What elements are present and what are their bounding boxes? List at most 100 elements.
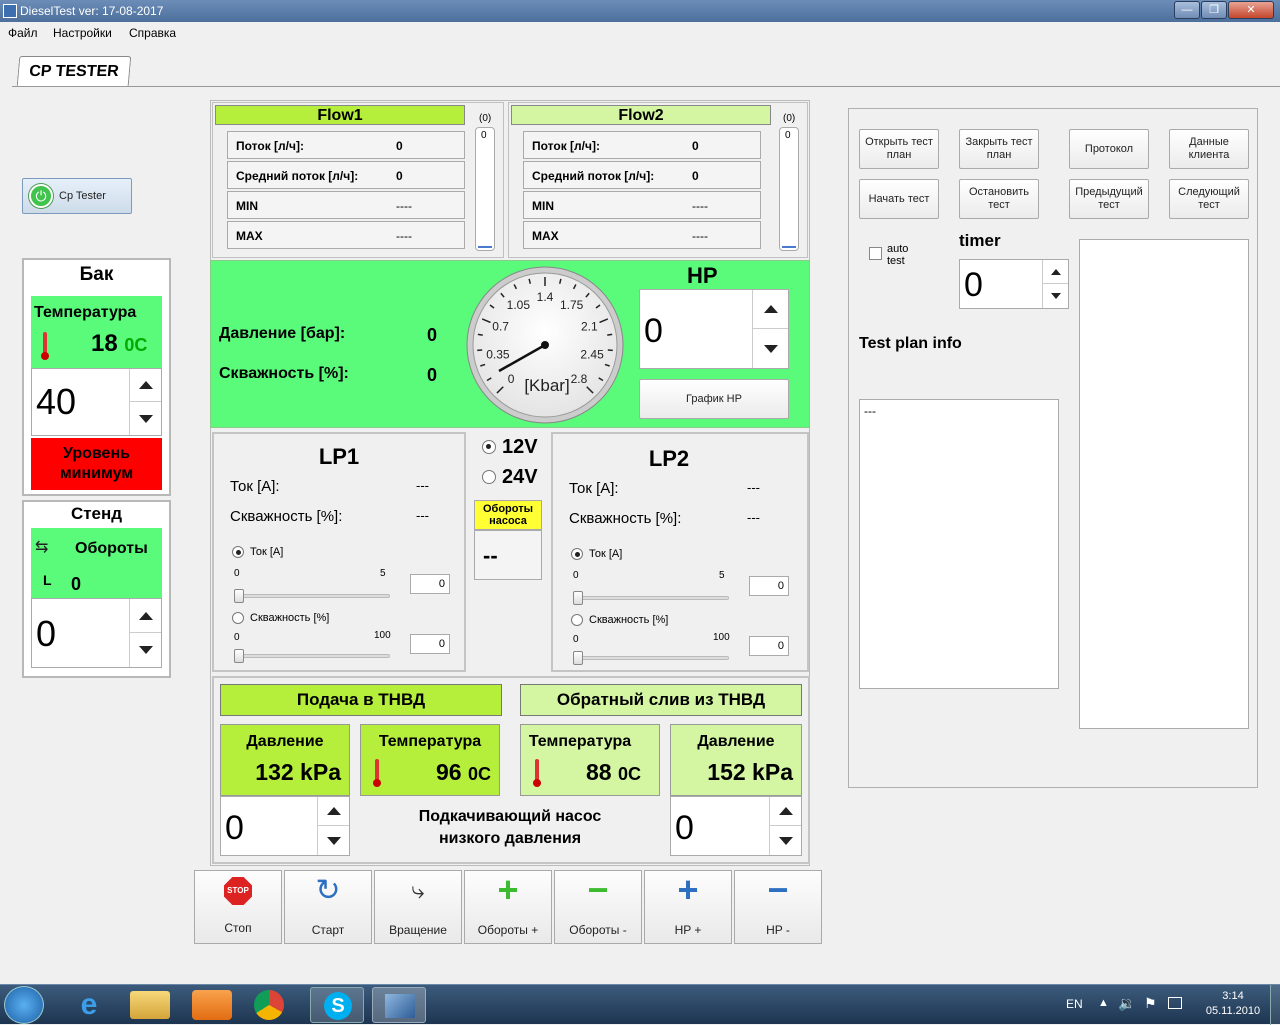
supply-temp-unit: 0C bbox=[468, 764, 491, 784]
voltage-24v-radio[interactable] bbox=[482, 470, 496, 484]
hp-plus-button[interactable]: + HP + bbox=[644, 870, 732, 944]
tab-cp-tester[interactable]: CP TESTER bbox=[17, 56, 132, 86]
menu-settings[interactable]: Настройки bbox=[53, 26, 112, 40]
supply-spin-down[interactable] bbox=[318, 826, 349, 855]
previous-test-button[interactable]: Предыдущий тест bbox=[1069, 179, 1149, 219]
lp2-duty-input[interactable]: 0 bbox=[749, 636, 789, 656]
hp-minus-button[interactable]: − HP - bbox=[734, 870, 822, 944]
language-indicator[interactable]: EN bbox=[1066, 997, 1083, 1011]
hp-spin-up[interactable] bbox=[753, 290, 788, 329]
next-test-button[interactable]: Следующий тест bbox=[1169, 179, 1249, 219]
clock[interactable]: 3:14 05.11.2010 bbox=[1200, 989, 1266, 1019]
supply-temp-box: Температура 96 0C bbox=[360, 724, 500, 796]
auto-test-label: auto test bbox=[887, 243, 927, 267]
lp2-radio-duty[interactable] bbox=[571, 614, 583, 626]
dieseltest-taskbar-button[interactable] bbox=[372, 987, 426, 1023]
hp-graph-button[interactable]: График HP bbox=[639, 379, 789, 419]
return-spinbox[interactable]: 0 bbox=[670, 796, 802, 856]
return-spin-up[interactable] bbox=[770, 797, 801, 826]
cp-tester-button[interactable]: ⏻ Cp Tester bbox=[22, 178, 132, 214]
maximize-button[interactable]: ❐ bbox=[1201, 1, 1227, 19]
pump-rpm-value: -- bbox=[483, 543, 498, 569]
lp1-radio-current[interactable] bbox=[232, 546, 244, 558]
menu-help[interactable]: Справка bbox=[129, 26, 176, 40]
rotation-tool-icon: ⤷ bbox=[402, 875, 434, 907]
lp1-duty-slider-thumb[interactable] bbox=[234, 649, 244, 663]
test-list-box[interactable] bbox=[1079, 239, 1249, 729]
gauge-tick-label: 0.7 bbox=[492, 320, 509, 334]
voltage-12v-radio[interactable] bbox=[482, 440, 496, 454]
open-test-plan-button[interactable]: Открыть тест план bbox=[859, 129, 939, 169]
flow1-row-label: Средний поток [л/ч]: bbox=[236, 169, 358, 183]
test-plan-info-box[interactable]: --- bbox=[859, 399, 1059, 689]
media-player-icon[interactable] bbox=[192, 990, 232, 1020]
rpm-plus-button[interactable]: + Обороты + bbox=[464, 870, 552, 944]
protocol-button[interactable]: Протокол bbox=[1069, 129, 1149, 169]
supply-spinbox[interactable]: 0 bbox=[220, 796, 350, 856]
close-button[interactable]: ✕ bbox=[1228, 1, 1274, 19]
lp2-radio-current[interactable] bbox=[571, 548, 583, 560]
skype-taskbar-button[interactable]: S bbox=[310, 987, 364, 1023]
start-label: Старт bbox=[285, 923, 371, 937]
timer-spin-down[interactable] bbox=[1043, 284, 1068, 308]
hp-pressure-value: 0 bbox=[427, 325, 437, 346]
return-pressure-box: Давление 152 kPa bbox=[670, 724, 802, 796]
menu-file[interactable]: Файл bbox=[8, 26, 38, 40]
voltage-24v-label: 24V bbox=[502, 466, 538, 489]
tank-temp-label: Температура bbox=[34, 304, 136, 322]
rpm-minus-button[interactable]: − Обороты - bbox=[554, 870, 642, 944]
timer-value: 0 bbox=[964, 266, 983, 305]
return-spin-down[interactable] bbox=[770, 826, 801, 855]
stop-button[interactable]: STOP Стоп bbox=[194, 870, 282, 944]
return-temp-unit: 0C bbox=[618, 764, 641, 784]
rpm-plus-label: Обороты + bbox=[465, 923, 551, 937]
rotation-button[interactable]: ⤷ Вращение bbox=[374, 870, 462, 944]
lp1-current-input[interactable]: 0 bbox=[410, 574, 450, 594]
supply-spin-up[interactable] bbox=[318, 797, 349, 826]
explorer-icon[interactable] bbox=[130, 991, 170, 1019]
lp2-current-slider-thumb[interactable] bbox=[573, 591, 583, 605]
timer-spinbox[interactable]: 0 bbox=[959, 259, 1069, 309]
stand-spin-up[interactable] bbox=[130, 599, 161, 633]
lp1-current-slider-thumb[interactable] bbox=[234, 589, 244, 603]
lp2-current-slider[interactable] bbox=[573, 596, 729, 600]
supply-temp-value: 96 bbox=[436, 759, 462, 785]
flow2-row: MAX---- bbox=[523, 221, 761, 249]
stop-test-button[interactable]: Остановить тест bbox=[959, 179, 1039, 219]
lp1-current-slider[interactable] bbox=[234, 594, 390, 598]
lp2-duty-slider[interactable] bbox=[573, 656, 729, 660]
tank-spin-up[interactable] bbox=[130, 369, 161, 402]
return-pressure-value: 152 kPa bbox=[707, 759, 793, 786]
start-button[interactable]: ↻ Старт bbox=[284, 870, 372, 944]
pump-rpm-label: Обороты насоса bbox=[474, 500, 542, 530]
show-desktop-button[interactable] bbox=[1270, 985, 1280, 1025]
hp-spinbox[interactable]: 0 bbox=[639, 289, 789, 369]
hp-spin-down[interactable] bbox=[753, 329, 788, 368]
close-test-plan-button[interactable]: Закрыть тест план bbox=[959, 129, 1039, 169]
lp2-duty-slider-thumb[interactable] bbox=[573, 651, 583, 665]
timer-spin-up[interactable] bbox=[1043, 260, 1068, 284]
tank-spin-down[interactable] bbox=[130, 402, 161, 435]
client-data-button[interactable]: Данные клиента bbox=[1169, 129, 1249, 169]
start-test-button[interactable]: Начать тест bbox=[859, 179, 939, 219]
volume-icon[interactable]: 🔉 bbox=[1118, 995, 1135, 1012]
tray-arrow-icon[interactable]: ▲ bbox=[1098, 997, 1109, 1009]
stand-spin-down[interactable] bbox=[130, 633, 161, 667]
lp2-current-input[interactable]: 0 bbox=[749, 576, 789, 596]
start-orb[interactable] bbox=[4, 986, 44, 1024]
flag-icon[interactable]: ⚑ bbox=[1144, 995, 1157, 1012]
lp1-duty-slider[interactable] bbox=[234, 654, 390, 658]
minimize-button[interactable]: — bbox=[1174, 1, 1200, 19]
stand-spinbox[interactable]: 0 bbox=[31, 598, 162, 668]
network-icon[interactable] bbox=[1168, 997, 1182, 1009]
low-pressure-panel: Подача в ТНВД Обратный слив из ТНВД Давл… bbox=[212, 676, 810, 864]
tank-spinbox[interactable]: 40 bbox=[31, 368, 162, 436]
ie-icon[interactable]: e bbox=[62, 987, 116, 1023]
lp1-radio-duty[interactable] bbox=[232, 612, 244, 624]
lp1-duty-input[interactable]: 0 bbox=[410, 634, 450, 654]
auto-test-checkbox[interactable] bbox=[869, 247, 882, 260]
stop-label: Стоп bbox=[195, 921, 281, 935]
hp-minus-label: HP - bbox=[735, 923, 821, 937]
chrome-icon[interactable] bbox=[254, 990, 284, 1020]
stop-icon: STOP bbox=[224, 877, 252, 905]
